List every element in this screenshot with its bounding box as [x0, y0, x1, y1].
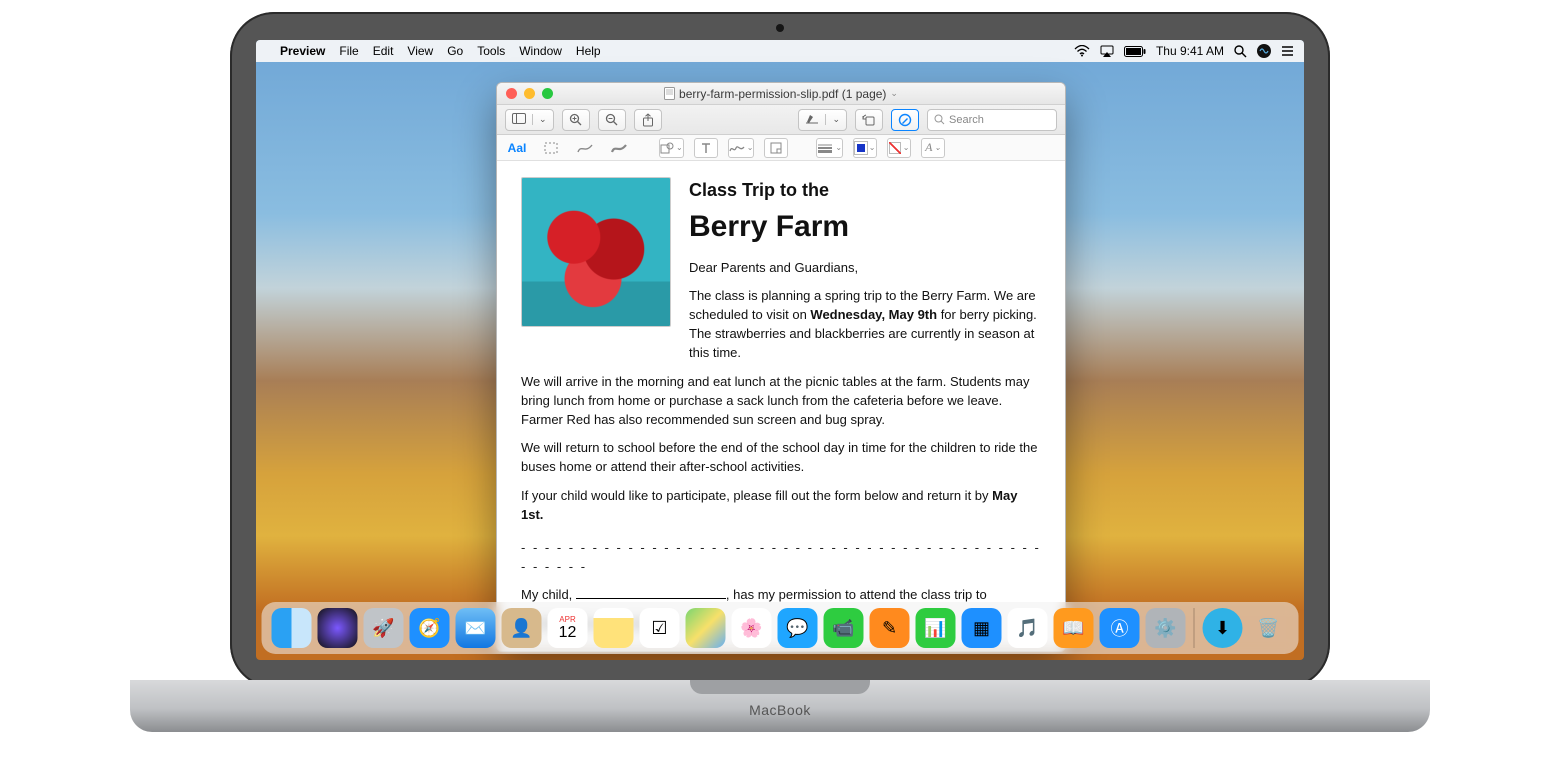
minimize-button[interactable]	[524, 88, 535, 99]
text-style-tool[interactable]: AaI	[505, 138, 529, 158]
pdf-document-view[interactable]: Class Trip to the Berry Farm Dear Parent…	[497, 161, 1065, 651]
menubar-clock[interactable]: Thu 9:41 AM	[1156, 44, 1224, 58]
dock-appstore-icon[interactable]: Ⓐ	[1100, 608, 1140, 648]
markup-toggle-button[interactable]	[891, 109, 919, 131]
camera-dot	[776, 24, 784, 32]
window-titlebar[interactable]: berry-farm-permission-slip.pdf (1 page) …	[497, 83, 1065, 105]
dock-notes-icon[interactable]	[594, 608, 634, 648]
laptop-lid: Preview File Edit View Go Tools Window H…	[230, 12, 1330, 688]
border-weight-tool[interactable]: ⌄	[816, 138, 843, 158]
sketch-tool[interactable]	[573, 138, 597, 158]
fullscreen-button[interactable]	[542, 88, 553, 99]
search-placeholder: Search	[949, 114, 984, 126]
dock-siri-icon[interactable]	[318, 608, 358, 648]
menu-tools[interactable]: Tools	[477, 44, 505, 58]
dock-contacts-icon[interactable]: 👤	[502, 608, 542, 648]
dock-messages-icon[interactable]: 💬	[778, 608, 818, 648]
highlight-button[interactable]: ⌄	[798, 109, 847, 131]
desktop-screen: Preview File Edit View Go Tools Window H…	[256, 40, 1304, 660]
close-button[interactable]	[506, 88, 517, 99]
doc-paragraph-4: If your child would like to participate,…	[521, 487, 1041, 525]
macbook-device: Preview File Edit View Go Tools Window H…	[230, 12, 1330, 732]
dock: 🚀 🧭 ✉️ 👤 APR 12 ☑︎ 🌸 💬 📹 ✎ 📊 ▦ 🎵 📖	[262, 602, 1299, 654]
menubar-app-name[interactable]: Preview	[280, 44, 325, 58]
zoom-in-button[interactable]	[562, 109, 590, 131]
share-button[interactable]	[634, 109, 662, 131]
macos-menubar: Preview File Edit View Go Tools Window H…	[256, 40, 1304, 62]
doc-greeting: Dear Parents and Guardians,	[689, 259, 1041, 278]
shapes-tool[interactable]: ⌄	[659, 138, 684, 158]
doc-paragraph-1: The class is planning a spring trip to t…	[689, 287, 1041, 362]
battery-icon[interactable]	[1124, 46, 1146, 57]
dock-system-preferences-icon[interactable]: ⚙️	[1146, 608, 1186, 648]
doc-paragraph-2: We will arrive in the morning and eat lu…	[521, 373, 1041, 430]
dock-mail-icon[interactable]: ✉️	[456, 608, 496, 648]
tear-line: - - - - - - - - - - - - - - - - - - - - …	[521, 539, 1041, 577]
dock-keynote-icon[interactable]: ▦	[962, 608, 1002, 648]
note-tool[interactable]	[764, 138, 788, 158]
dock-calendar-icon[interactable]: APR 12	[548, 608, 588, 648]
font-tool[interactable]: A⌄	[921, 138, 945, 158]
preview-window: berry-farm-permission-slip.pdf (1 page) …	[496, 82, 1066, 652]
draw-tool[interactable]	[607, 138, 631, 158]
dock-maps-icon[interactable]	[686, 608, 726, 648]
laptop-base: MacBook	[130, 680, 1430, 732]
dock-downloads-icon[interactable]: ⬇︎	[1203, 608, 1243, 648]
window-toolbar: ⌄ ⌄	[497, 105, 1065, 135]
text-tool[interactable]	[694, 138, 718, 158]
dock-facetime-icon[interactable]: 📹	[824, 608, 864, 648]
spotlight-icon[interactable]	[1234, 45, 1247, 58]
menu-view[interactable]: View	[407, 44, 433, 58]
menu-help[interactable]: Help	[576, 44, 601, 58]
sidebar-view-button[interactable]: ⌄	[505, 109, 554, 131]
siri-icon[interactable]	[1257, 44, 1271, 58]
menu-window[interactable]: Window	[519, 44, 562, 58]
dock-trash-icon[interactable]: 🗑️	[1249, 608, 1289, 648]
doc-paragraph-3: We will return to school before the end …	[521, 439, 1041, 477]
fill-color-tool[interactable]: ⌄	[887, 138, 911, 158]
border-color-tool[interactable]: ⌄	[853, 138, 877, 158]
dock-ibooks-icon[interactable]: 📖	[1054, 608, 1094, 648]
zoom-out-button[interactable]	[598, 109, 626, 131]
window-title: berry-farm-permission-slip.pdf (1 page) …	[497, 87, 1065, 101]
dock-itunes-icon[interactable]: 🎵	[1008, 608, 1048, 648]
laptop-brand-label: MacBook	[749, 702, 811, 718]
sign-tool[interactable]: ⌄	[728, 138, 755, 158]
child-name-blank[interactable]	[576, 598, 726, 599]
doc-title: Berry Farm	[689, 205, 1041, 249]
strawberry-photo	[521, 177, 671, 327]
dock-numbers-icon[interactable]: 📊	[916, 608, 956, 648]
dock-finder-icon[interactable]	[272, 608, 312, 648]
dock-pages-icon[interactable]: ✎	[870, 608, 910, 648]
dock-safari-icon[interactable]: 🧭	[410, 608, 450, 648]
menu-file[interactable]: File	[339, 44, 358, 58]
notification-center-icon[interactable]	[1281, 45, 1294, 57]
dock-separator	[1194, 608, 1195, 648]
dock-reminders-icon[interactable]: ☑︎	[640, 608, 680, 648]
toolbar-search-field[interactable]: Search	[927, 109, 1057, 131]
doc-kicker: Class Trip to the	[689, 177, 1041, 203]
airplay-icon[interactable]	[1100, 45, 1114, 57]
dock-calendar-month: APR	[559, 615, 575, 624]
markup-toolbar: AaI ⌄ ⌄ ⌄ ⌄ ⌄ A⌄	[497, 135, 1065, 161]
wifi-icon[interactable]	[1074, 45, 1090, 57]
rect-select-tool[interactable]	[539, 138, 563, 158]
dock-calendar-day: 12	[559, 624, 577, 642]
menu-edit[interactable]: Edit	[373, 44, 394, 58]
dock-photos-icon[interactable]: 🌸	[732, 608, 772, 648]
dock-launchpad-icon[interactable]: 🚀	[364, 608, 404, 648]
menu-go[interactable]: Go	[447, 44, 463, 58]
rotate-button[interactable]	[855, 109, 883, 131]
